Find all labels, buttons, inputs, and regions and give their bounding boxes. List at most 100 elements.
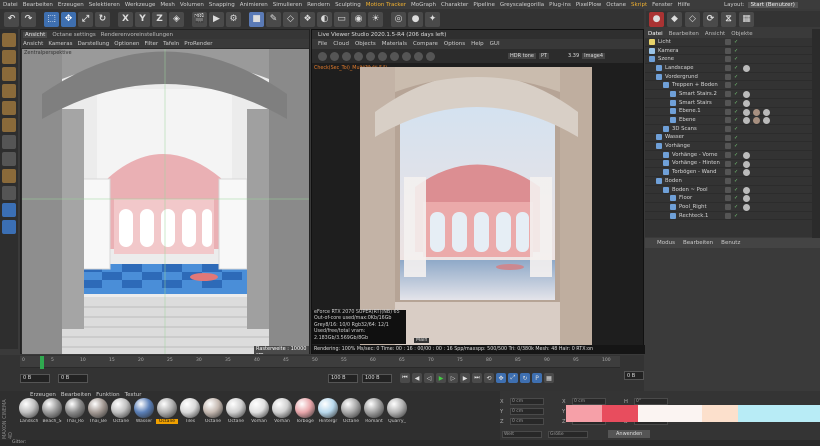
coord-field[interactable]: 0° (634, 398, 668, 405)
light-icon[interactable]: ☀ (368, 11, 383, 27)
timeline-icon[interactable]: ⧖ (721, 11, 736, 27)
focus-icon[interactable] (390, 51, 399, 61)
coord-field[interactable]: 0 cm (510, 408, 544, 415)
material-tag[interactable] (743, 160, 750, 168)
restart-icon[interactable] (330, 51, 339, 61)
lock-icon[interactable] (2, 203, 16, 217)
move-icon[interactable]: ✥ (61, 11, 76, 27)
material-tag[interactable] (743, 186, 750, 194)
live-viewer-menu-item[interactable]: Help (471, 41, 484, 47)
live-viewer-menu-item[interactable]: Materials (382, 41, 407, 47)
material-swatch[interactable]: Octane (156, 398, 178, 431)
pen-icon[interactable]: ✎ (266, 11, 281, 27)
menu-item[interactable]: Erzeugen (58, 2, 84, 8)
enabled-check-icon[interactable]: ✓ (734, 83, 739, 88)
menu-item[interactable]: Selektieren (89, 2, 120, 8)
param-key-icon[interactable]: P (532, 373, 542, 383)
axis-z-button[interactable]: Z (152, 11, 167, 27)
rotate-key-icon[interactable]: ↻ (520, 373, 530, 383)
object-manager-tab[interactable]: Ansicht (705, 31, 725, 37)
object-row[interactable]: 3D Scans ✓ (645, 125, 820, 134)
enabled-check-icon[interactable]: ✓ (734, 118, 739, 123)
stop-icon[interactable] (354, 51, 363, 61)
menu-item[interactable]: Mesh (160, 2, 174, 8)
menu-item[interactable]: Hilfe (678, 2, 691, 8)
object-row[interactable]: Ebene ✓ (645, 116, 820, 125)
render-settings-icon[interactable]: ⚙ (226, 11, 241, 27)
material-swatch[interactable]: Octane (110, 398, 132, 431)
visibility-toggle[interactable] (725, 65, 731, 72)
visibility-toggle[interactable] (725, 99, 731, 106)
redo-icon[interactable]: ↷ (21, 11, 36, 27)
viewport-tab[interactable]: Ansicht (23, 31, 48, 38)
scale-icon[interactable]: ⤢ (78, 11, 93, 27)
enabled-check-icon[interactable]: ✓ (734, 74, 739, 80)
undo-icon[interactable]: ↶ (4, 11, 19, 27)
object-row[interactable]: Vordergrund ✓ (645, 73, 820, 82)
visibility-toggle[interactable] (725, 108, 731, 115)
enabled-check-icon[interactable]: ✓ (734, 100, 739, 106)
palette-swatch[interactable] (702, 405, 738, 422)
visibility-toggle[interactable] (725, 73, 731, 80)
visibility-toggle[interactable] (725, 39, 731, 45)
material-tag[interactable] (763, 108, 770, 116)
region-icon[interactable] (414, 51, 423, 61)
viewport-menu-item[interactable]: Filter (144, 41, 158, 47)
editor-viewport[interactable]: Ansicht Octane settings Renderenvoreinstel… (20, 29, 310, 354)
edge-mode-icon[interactable] (2, 101, 16, 115)
enabled-check-icon[interactable]: ✓ (734, 196, 739, 201)
apply-button[interactable]: Anwenden (608, 430, 651, 438)
lock-icon[interactable] (366, 51, 375, 61)
timeline-ruler[interactable]: 0 5 10 15 20 25 30 35 40 45 50 55 60 65 70 75 80 85 90 95 10… (20, 356, 620, 369)
visibility-toggle[interactable] (725, 47, 731, 54)
playhead[interactable] (40, 356, 44, 369)
enabled-check-icon[interactable]: ✓ (734, 144, 739, 149)
visibility-toggle[interactable] (725, 82, 731, 89)
visibility-toggle[interactable] (725, 186, 731, 193)
select-icon[interactable]: ⬚ (44, 11, 59, 27)
viewport-menu-item[interactable]: ProRender (184, 41, 212, 47)
object-row[interactable]: Treppen + Boden ✓ (645, 81, 820, 91)
viewport-tab[interactable]: Octane settings (52, 32, 95, 38)
object-mode-icon[interactable] (2, 50, 16, 64)
material-swatch[interactable]: Wasser (133, 398, 155, 431)
clay-icon[interactable] (402, 51, 411, 61)
record-icon[interactable]: ● (649, 11, 664, 27)
menu-item[interactable]: Greyscalegorilla (500, 2, 544, 8)
max-frame-field[interactable]: 100 B (362, 373, 392, 383)
point-key-icon[interactable]: ▦ (544, 373, 554, 383)
side-tabs[interactable] (812, 29, 820, 269)
material-tag[interactable] (763, 117, 770, 125)
material-swatch[interactable]: Octane (340, 398, 362, 431)
current-frame-field[interactable]: 0 B (58, 373, 88, 383)
enabled-check-icon[interactable]: ✓ (734, 161, 739, 167)
octane-icon[interactable]: ◎ (391, 11, 406, 27)
enabled-check-icon[interactable]: ✓ (734, 187, 739, 193)
play-icon[interactable]: ▶ (436, 373, 446, 383)
live-viewer-menu-item[interactable]: File (318, 41, 327, 47)
object-manager-tab[interactable]: Objekte (731, 31, 752, 37)
attribute-tab[interactable]: Bearbeiten (683, 240, 713, 246)
object-manager-tab[interactable]: Datei (648, 31, 663, 37)
coord-size-select[interactable]: Größe (548, 430, 588, 438)
object-row[interactable]: Rechteck.1 ✓ (645, 212, 820, 221)
axis-y-button[interactable]: Y (135, 11, 150, 27)
grid-icon[interactable] (2, 220, 16, 234)
material-swatch[interactable]: Vorhän (248, 398, 270, 431)
viewport-menu-item[interactable]: Kameras (48, 41, 72, 47)
menu-item[interactable]: Bearbeiten (23, 2, 53, 8)
keyframe-icon[interactable]: ◆ (667, 11, 682, 27)
visibility-toggle[interactable] (725, 204, 731, 211)
material-swatch[interactable]: Thai_Be (87, 398, 109, 431)
palette-swatch[interactable] (638, 405, 702, 422)
menu-item[interactable]: Werkzeuge (125, 2, 156, 8)
menu-item[interactable]: Volumen (180, 2, 204, 8)
palette-swatch[interactable] (738, 405, 820, 422)
enabled-check-icon[interactable]: ✓ (734, 48, 739, 54)
live-viewer-menu-item[interactable]: Cloud (333, 41, 349, 47)
enabled-check-icon[interactable]: ✓ (734, 126, 739, 132)
render-image[interactable] (360, 67, 592, 345)
array-icon[interactable]: ❖ (300, 11, 315, 27)
material-tag[interactable] (743, 169, 750, 177)
visibility-toggle[interactable] (725, 151, 731, 158)
